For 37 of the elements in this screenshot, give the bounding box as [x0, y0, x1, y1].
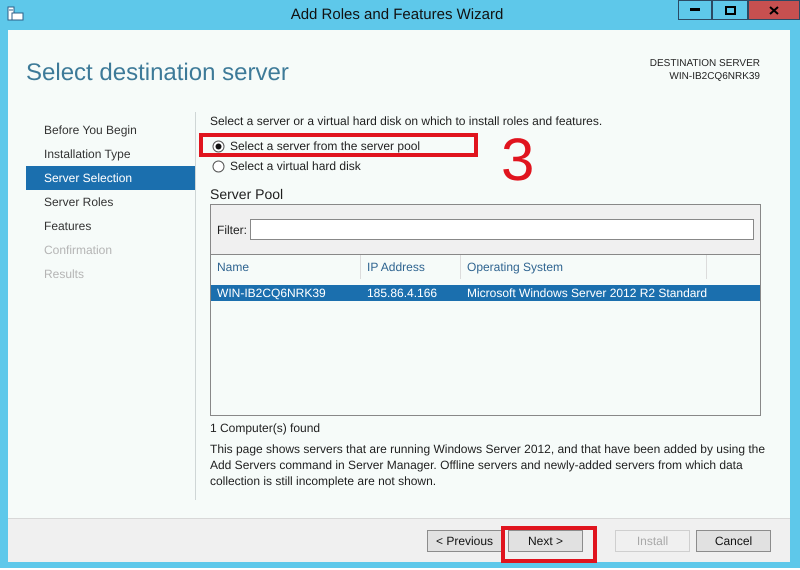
column-header[interactable]: Operating System [461, 255, 707, 279]
destination-server: WIN-IB2CQ6NRK39 [668, 70, 760, 83]
info-text: This page shows servers that are running Windows Server 2012, and that have been added by using the Add Servers command in Server Manager. Offline servers and newly-added servers from which data collection is still incomplete are not shown. [210, 441, 766, 489]
step-number: 3 [501, 130, 534, 190]
step-item[interactable]: Before You Begin [26, 118, 196, 142]
step-item[interactable]: Features [26, 214, 196, 238]
table-cell-text: Microsoft Windows Server 2012 R2 Standard [466, 285, 707, 302]
radio-option[interactable]: Select a virtual hard disk [210, 157, 361, 175]
column-header[interactable]: IP Address [361, 255, 461, 279]
minimize-icon [690, 8, 700, 12]
close-button[interactable] [748, 0, 800, 20]
app-icon [7, 6, 25, 22]
window-title: Add Roles and Features Wizard [290, 4, 504, 25]
filter-field[interactable] [250, 219, 754, 240]
instruction-text: Select a server or a virtual hard disk on which to install roles and features. [210, 113, 604, 130]
close-icon [769, 6, 779, 14]
step-item[interactable]: Installation Type [26, 142, 196, 166]
column-header[interactable]: Name [211, 255, 361, 279]
step-item: Results [43, 266, 86, 283]
server-row[interactable]: WIN-IB2CQ6NRK39 185.86.4.166 Microsoft Windows Server 2012 R2 Standard [211, 285, 760, 301]
filter-label: Filter: [217, 222, 247, 238]
maximize-button[interactable] [712, 0, 748, 20]
result-count: 1 Computer(s) found [210, 420, 322, 437]
wizard-button[interactable]: < Previous [427, 530, 502, 552]
destination-label: DESTINATION SERVER [650, 57, 760, 70]
wizard-button[interactable]: Cancel [696, 530, 771, 552]
table-cell-text: 185.86.4.166 [366, 285, 438, 302]
section-title: Server Pool [210, 185, 284, 204]
step-item[interactable]: Server Roles [26, 190, 196, 214]
page-title: Select destination server [26, 58, 289, 88]
radio-option[interactable]: Select a server from the server pool [210, 137, 420, 155]
maximize-icon [724, 6, 736, 14]
step-item: Confirmation [43, 242, 114, 259]
step-item[interactable]: Server Selection [26, 166, 196, 190]
table-cell-text: WIN-IB2CQ6NRK39 [216, 285, 327, 302]
wizard-button[interactable]: Next > [508, 530, 583, 552]
minimize-button[interactable] [678, 0, 712, 20]
